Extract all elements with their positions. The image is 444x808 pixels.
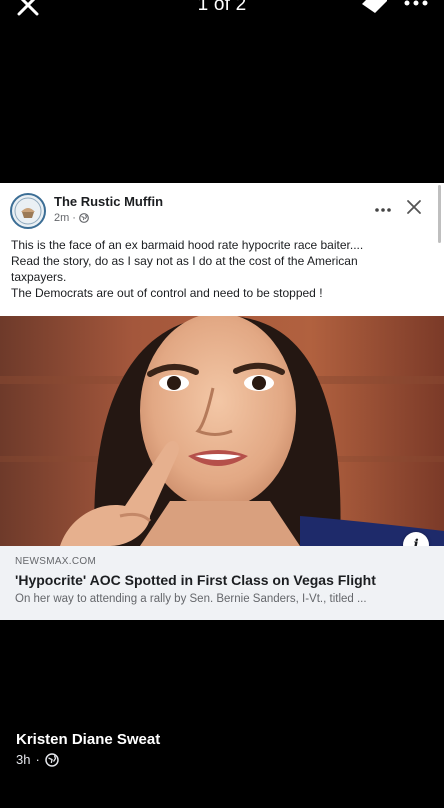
link-domain: NEWSMAX.COM [15, 556, 97, 567]
tag-icon [362, 0, 387, 13]
photo-viewer: 1 of 2 The Rustic Muffin 2m · This is th… [0, 0, 444, 808]
woman-portrait-image [0, 316, 444, 546]
globe-icon [45, 752, 59, 767]
post-scrollbar [438, 185, 441, 243]
post-text-line: This is the face of an ex barmaid hood r… [11, 238, 364, 252]
link-preview[interactable]: NEWSMAX.COM 'Hypocrite' AOC Spotted in F… [0, 546, 444, 620]
shared-post-screenshot: The Rustic Muffin 2m · This is the face … [0, 183, 444, 620]
meta-separator: · [35, 752, 40, 767]
globe-icon [79, 213, 89, 223]
page-name[interactable]: The Rustic Muffin [54, 194, 163, 209]
page-avatar[interactable] [10, 193, 46, 229]
viewer-more-button[interactable] [404, 0, 428, 10]
author-name[interactable]: Kristen Diane Sweat [16, 731, 160, 748]
author-post-time[interactable]: 3h [16, 752, 30, 767]
close-icon [407, 200, 421, 214]
post-text-line: The Democrats are out of control and nee… [11, 286, 323, 300]
article-photo[interactable] [0, 316, 444, 546]
link-description: On her way to attending a rally by Sen. … [15, 593, 367, 605]
post-text: This is the face of an ex barmaid hood r… [11, 237, 421, 301]
post-options-button[interactable] [374, 201, 392, 212]
more-icon [404, 0, 428, 6]
viewer-top-bar: 1 of 2 [0, 0, 444, 22]
muffin-logo-icon [14, 197, 42, 225]
post-time[interactable]: 2m [54, 212, 69, 224]
more-icon [375, 208, 391, 212]
meta-separator: · [72, 212, 76, 224]
post-text-line: taxpayers. [11, 270, 67, 284]
post-hide-button[interactable] [406, 199, 422, 215]
link-title[interactable]: 'Hypocrite' AOC Spotted in First Class o… [15, 572, 376, 588]
author-meta: 3h · [16, 752, 59, 767]
post-meta: 2m · [54, 212, 89, 224]
post-text-line: Read the story, do as I say not as I do … [11, 254, 358, 268]
tag-photo-button[interactable] [359, 0, 391, 18]
